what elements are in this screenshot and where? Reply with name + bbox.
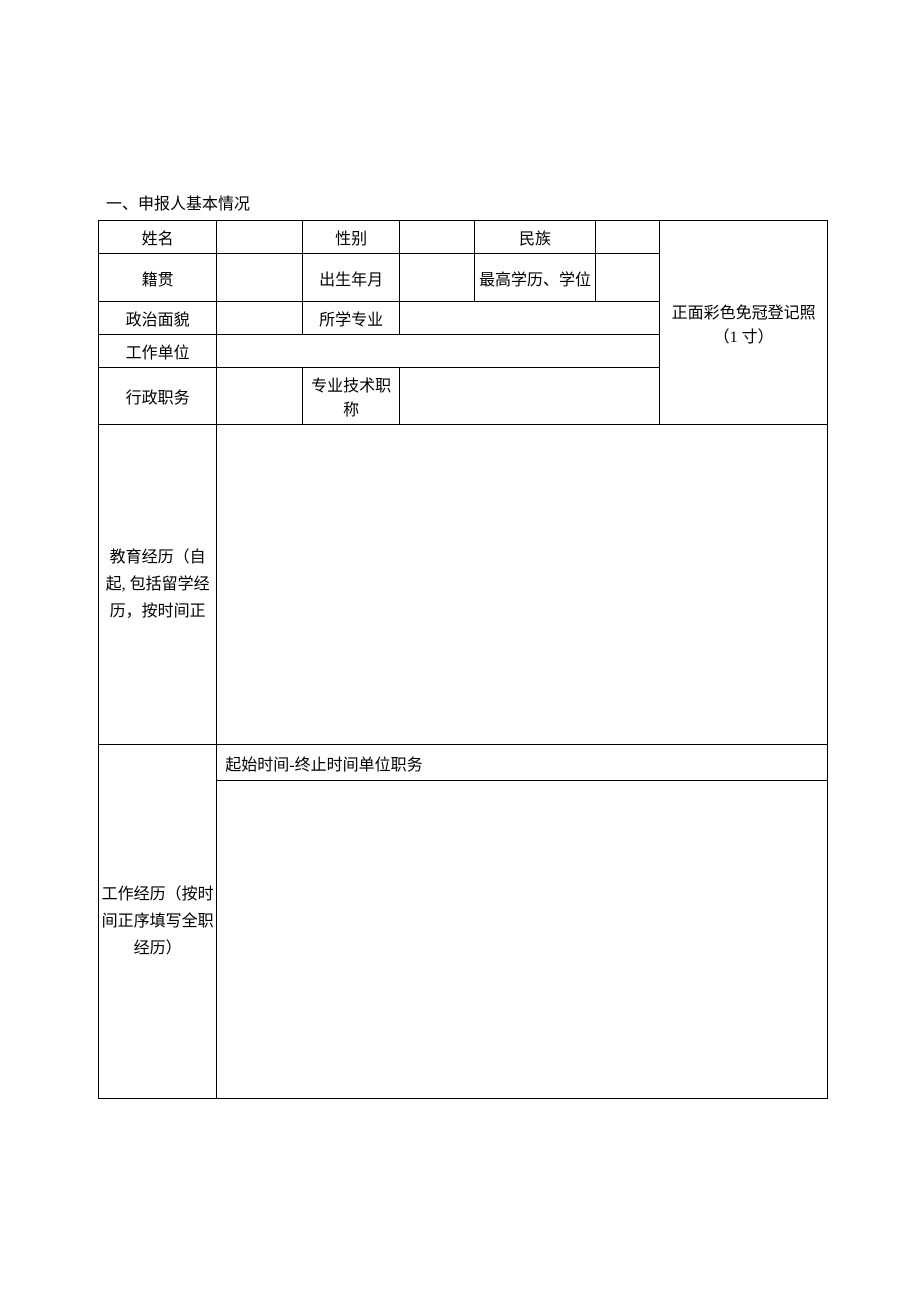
label-education-degree: 最高学历、学位 xyxy=(475,254,595,302)
label-ethnicity: 民族 xyxy=(475,221,595,254)
label-work-history: 工作经历（按时间正序填写全职经历） xyxy=(99,745,217,1099)
value-native-place[interactable] xyxy=(217,254,303,302)
section-title: 一、申报人基本情况 xyxy=(98,190,828,214)
value-birth-date[interactable] xyxy=(400,254,475,302)
value-education-history[interactable] xyxy=(217,425,828,745)
value-education-degree[interactable] xyxy=(595,254,660,302)
value-admin-position[interactable] xyxy=(217,368,303,425)
label-birth-date: 出生年月 xyxy=(303,254,400,302)
value-professional-title[interactable] xyxy=(400,368,660,425)
application-form-table: 姓名 性别 民族 正面彩色免冠登记照（1 寸） 籍贯 出生年月 最高学历、学位 … xyxy=(98,220,828,1099)
label-professional-title: 专业技术职称 xyxy=(303,368,400,425)
label-major: 所学专业 xyxy=(303,302,400,335)
value-gender[interactable] xyxy=(400,221,475,254)
work-history-header: 起始时间-终止时间单位职务 xyxy=(217,745,828,781)
value-ethnicity[interactable] xyxy=(595,221,660,254)
value-work-history[interactable] xyxy=(217,781,828,1099)
value-political-status[interactable] xyxy=(217,302,303,335)
photo-cell: 正面彩色免冠登记照（1 寸） xyxy=(660,221,828,425)
label-gender: 性别 xyxy=(303,221,400,254)
value-major[interactable] xyxy=(400,302,660,335)
value-name[interactable] xyxy=(217,221,303,254)
value-work-unit[interactable] xyxy=(217,335,660,368)
label-admin-position: 行政职务 xyxy=(99,368,217,425)
label-work-unit: 工作单位 xyxy=(99,335,217,368)
label-native-place: 籍贯 xyxy=(99,254,217,302)
label-name: 姓名 xyxy=(99,221,217,254)
label-political-status: 政治面貌 xyxy=(99,302,217,335)
label-education-history: 教育经历（自 起, 包括留学经历，按时间正 xyxy=(99,425,217,745)
